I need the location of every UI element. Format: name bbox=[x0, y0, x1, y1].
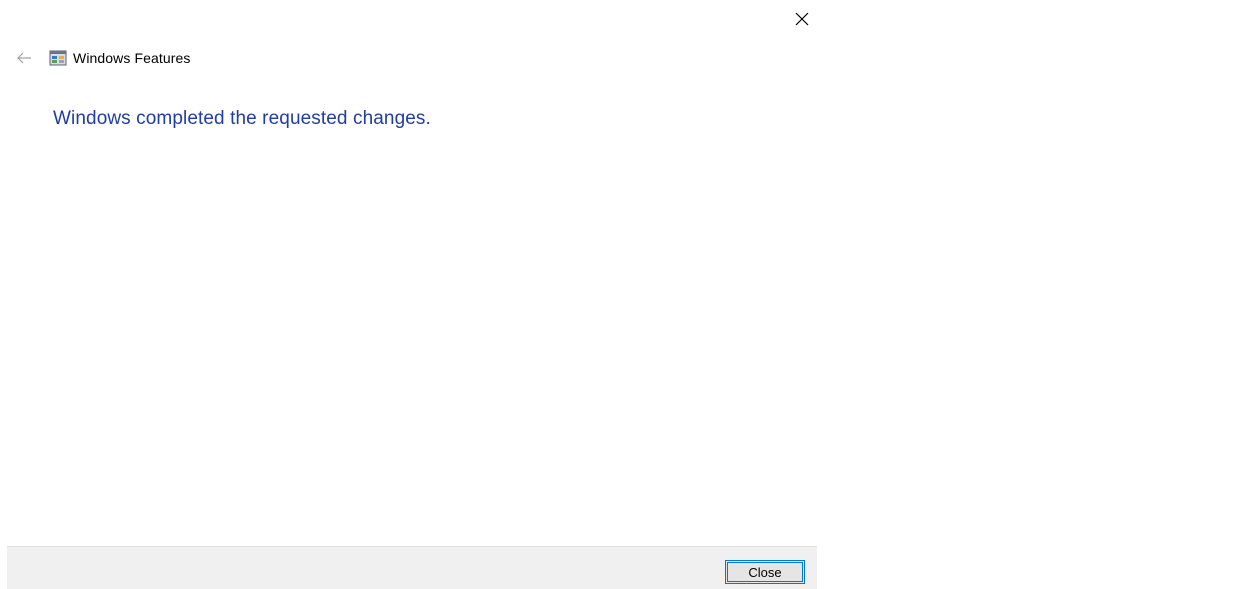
title-row: Windows Features bbox=[15, 46, 191, 70]
windows-features-icon bbox=[49, 49, 67, 67]
completion-message: Windows completed the requested changes. bbox=[53, 108, 431, 129]
back-arrow-icon bbox=[17, 52, 31, 64]
window-title: Windows Features bbox=[73, 50, 191, 66]
close-window-button[interactable] bbox=[791, 8, 813, 30]
back-button[interactable] bbox=[15, 49, 33, 67]
close-button[interactable]: Close bbox=[725, 560, 805, 584]
dialog-footer: Close bbox=[7, 546, 817, 589]
windows-features-dialog: Windows Features Windows completed the r… bbox=[7, 0, 817, 589]
close-icon bbox=[795, 12, 809, 26]
